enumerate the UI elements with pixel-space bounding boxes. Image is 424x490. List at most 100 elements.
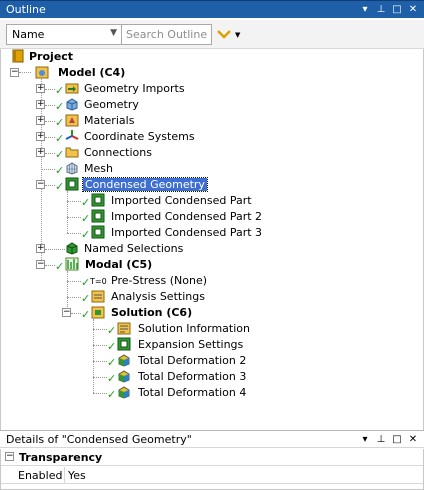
status-check-icon: ✓ xyxy=(107,340,117,353)
tree-node-coordinate-systems[interactable]: + ✓ Coordinate Systems xyxy=(1,129,261,145)
expand-icon[interactable]: + xyxy=(36,244,45,253)
collapse-icon[interactable]: − xyxy=(10,68,19,77)
tree-node-pre-stress[interactable]: ✓ T=0 Pre-Stress (None) xyxy=(1,273,301,289)
tree-node-condensed-part-2[interactable]: ✓ Imported Condensed Part 2 xyxy=(1,209,301,225)
status-check-icon: ✓ xyxy=(55,180,65,193)
tree-node-solution-information[interactable]: ✓ Solution Information xyxy=(1,321,321,337)
modal-analysis-icon xyxy=(65,257,79,271)
tree-label: Expansion Settings xyxy=(138,338,244,351)
named-selections-icon xyxy=(66,242,78,255)
close-icon[interactable]: ✕ xyxy=(406,2,420,17)
expansion-settings-icon xyxy=(117,337,131,351)
section-label: Transparency xyxy=(19,451,103,464)
coordinate-systems-icon xyxy=(65,130,79,140)
filter-dropdown-arrow-icon[interactable]: ▼ xyxy=(235,31,240,39)
collapse-icon[interactable]: − xyxy=(5,452,14,461)
outline-tree: Project − Model (C4) + ✓ Geometry Import… xyxy=(0,49,424,430)
tree-label: Materials xyxy=(84,114,135,127)
expand-icon[interactable]: + xyxy=(36,100,45,109)
status-check-icon: ✓ xyxy=(81,276,91,289)
tree-label: Mesh xyxy=(84,162,113,175)
tree-node-geometry[interactable]: + ✓ Geometry xyxy=(1,97,261,113)
status-check-icon: ✓ xyxy=(107,372,117,385)
tree-label: Pre-Stress (None) xyxy=(111,274,208,287)
expand-icon[interactable]: + xyxy=(36,132,45,141)
outline-title: Outline xyxy=(6,3,46,16)
property-label: Enabled xyxy=(18,469,63,482)
materials-icon xyxy=(65,114,79,127)
tree-node-condensed-geometry[interactable]: − ✓ Condensed Geometry xyxy=(1,177,261,193)
tree-label: Solution (C6) xyxy=(111,306,193,319)
tree-label: Imported Condensed Part 3 xyxy=(111,226,263,239)
tree-node-solution[interactable]: − ✓ Solution (C6) xyxy=(1,305,301,321)
chevron-down-icon: ▼ xyxy=(110,28,117,38)
tree-label: Solution Information xyxy=(138,322,250,335)
tree-label: Coordinate Systems xyxy=(84,130,195,143)
tree-node-modal[interactable]: − ✓ Modal (C5) xyxy=(1,257,261,273)
dropdown-icon[interactable]: ▾ xyxy=(358,432,372,447)
status-check-icon: ✓ xyxy=(55,148,65,161)
status-check-icon: ✓ xyxy=(81,196,91,209)
search-outline-input[interactable] xyxy=(122,24,212,45)
model-icon xyxy=(35,66,49,79)
filter-chevron-icon[interactable] xyxy=(215,26,233,42)
status-check-icon: ✓ xyxy=(55,84,65,97)
tree-label: Connections xyxy=(84,146,152,159)
status-check-icon: ✓ xyxy=(55,116,65,129)
pre-stress-icon: T=0 xyxy=(90,277,107,286)
tree-node-connections[interactable]: + ✓ Connections xyxy=(1,145,261,161)
collapse-icon[interactable]: − xyxy=(62,308,71,317)
tree-node-materials[interactable]: + ✓ Materials xyxy=(1,113,261,129)
tree-label: Total Deformation 2 xyxy=(138,354,247,367)
status-check-icon: ✓ xyxy=(55,100,65,113)
tree-node-geometry-imports[interactable]: + ✓ Geometry Imports xyxy=(1,81,261,97)
status-check-icon: ✓ xyxy=(81,212,91,225)
collapse-icon[interactable]: − xyxy=(36,260,45,269)
tree-node-total-deformation-2[interactable]: ✓ Total Deformation 2 xyxy=(1,353,321,369)
total-deformation-icon xyxy=(118,370,130,383)
pin-icon[interactable]: ⊥ xyxy=(374,432,388,447)
maximize-icon[interactable]: □ xyxy=(390,2,404,17)
status-check-icon: ✓ xyxy=(55,164,65,177)
tree-label: Geometry xyxy=(84,98,139,111)
tree-label: Analysis Settings xyxy=(111,290,205,303)
tree-label: Model (C4) xyxy=(58,66,126,79)
pin-icon[interactable]: ⊥ xyxy=(374,2,388,17)
total-deformation-icon xyxy=(118,354,130,367)
tree-node-condensed-part-3[interactable]: ✓ Imported Condensed Part 3 xyxy=(1,225,301,241)
collapse-icon[interactable]: − xyxy=(36,180,45,189)
expand-icon[interactable]: + xyxy=(36,116,45,125)
condensed-part-icon xyxy=(91,209,105,223)
outline-titlebar: Outline ▾ ⊥ □ ✕ xyxy=(0,0,424,18)
filter-type-select[interactable]: Name ▼ xyxy=(6,24,122,45)
solution-icon xyxy=(91,306,105,319)
tree-node-condensed-part-1[interactable]: ✓ Imported Condensed Part xyxy=(1,193,301,209)
tree-node-mesh[interactable]: ✓ Mesh xyxy=(1,161,261,177)
expand-icon[interactable]: + xyxy=(36,84,45,93)
mesh-icon xyxy=(66,162,78,175)
tree-node-model[interactable]: − Model (C4) xyxy=(1,65,201,81)
connections-folder-icon xyxy=(65,147,79,158)
property-divider xyxy=(64,467,65,484)
tree-node-total-deformation-4[interactable]: ✓ Total Deformation 4 xyxy=(1,385,321,401)
property-value[interactable]: Yes xyxy=(68,469,86,482)
maximize-icon[interactable]: □ xyxy=(390,432,404,447)
tree-node-project[interactable]: Project xyxy=(1,49,201,65)
tree-node-analysis-settings[interactable]: ✓ Analysis Settings xyxy=(1,289,301,305)
close-icon[interactable]: ✕ xyxy=(406,432,420,447)
project-book-icon xyxy=(12,49,24,63)
tree-label-selected: Condensed Geometry xyxy=(82,177,208,192)
status-check-icon: ✓ xyxy=(107,388,117,401)
tree-node-named-selections[interactable]: + Named Selections xyxy=(1,241,261,257)
geometry-cube-icon xyxy=(66,98,78,111)
details-section-transparency[interactable]: − Transparency xyxy=(1,449,423,466)
dropdown-icon[interactable]: ▾ xyxy=(358,2,372,17)
outline-window-controls: ▾ ⊥ □ ✕ xyxy=(356,2,420,17)
tree-node-total-deformation-3[interactable]: ✓ Total Deformation 3 xyxy=(1,369,321,385)
status-check-icon: ✓ xyxy=(55,132,65,145)
expand-icon[interactable]: + xyxy=(36,148,45,157)
details-grid: − Transparency Enabled Yes xyxy=(0,449,424,490)
tree-node-expansion-settings[interactable]: ✓ Expansion Settings xyxy=(1,337,321,353)
details-property-enabled[interactable]: Enabled Yes xyxy=(1,467,423,484)
status-check-icon: ✓ xyxy=(81,308,91,321)
